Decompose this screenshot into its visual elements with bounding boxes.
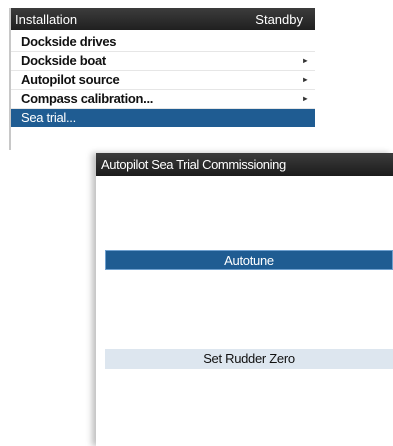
menu-title: Installation — [15, 11, 78, 27]
installation-menu: Installation Standby Dockside drives Doc… — [9, 8, 315, 150]
menu-item-label: Dockside drives — [21, 34, 117, 49]
menu-item-label: Sea trial... — [21, 110, 76, 125]
menu-item-label: Compass calibration... — [21, 91, 154, 106]
dialog-title: Autopilot Sea Trial Commissioning — [96, 153, 393, 176]
submenu-arrow-icon: ▸ — [303, 94, 307, 103]
menu-item-compass-calibration[interactable]: Compass calibration... ▸ — [11, 90, 315, 109]
autotune-button[interactable]: Autotune — [105, 250, 393, 270]
set-rudder-zero-button[interactable]: Set Rudder Zero — [105, 349, 393, 369]
menu-item-label: Autopilot source — [21, 72, 120, 87]
submenu-arrow-icon: ▸ — [303, 75, 307, 84]
menu-item-sea-trial[interactable]: Sea trial... — [11, 109, 315, 127]
menu-item-dockside-boat[interactable]: Dockside boat ▸ — [11, 52, 315, 71]
screen: Installation Standby Dockside drives Doc… — [0, 0, 393, 446]
menu-item-dockside-drives[interactable]: Dockside drives — [11, 33, 315, 52]
autopilot-status: Standby — [255, 11, 303, 27]
installation-menu-header: Installation Standby — [11, 8, 315, 30]
menu-item-label: Dockside boat — [21, 53, 106, 68]
submenu-arrow-icon: ▸ — [303, 56, 307, 65]
installation-menu-list: Dockside drives Dockside boat ▸ Autopilo… — [11, 33, 315, 127]
sea-trial-dialog: Autopilot Sea Trial Commissioning Autotu… — [96, 153, 393, 446]
menu-item-autopilot-source[interactable]: Autopilot source ▸ — [11, 71, 315, 90]
